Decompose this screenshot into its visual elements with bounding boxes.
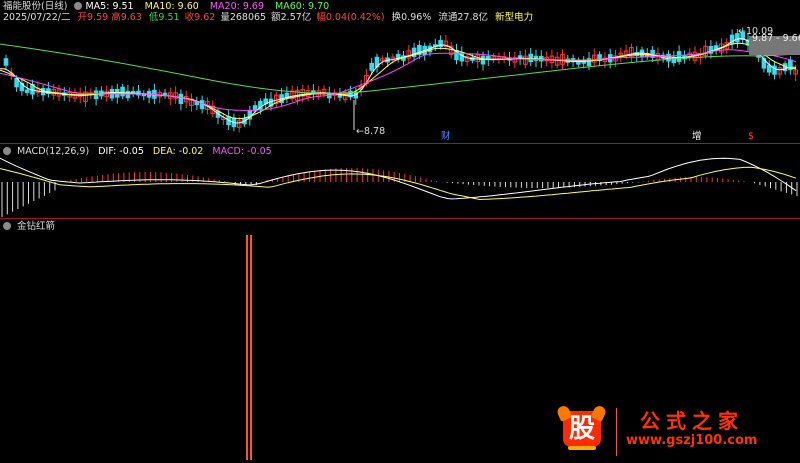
- panel-separator-2: [0, 218, 800, 219]
- candles: [3, 27, 799, 133]
- watermark-url: www.gszj100.com: [626, 433, 758, 448]
- event-label-increase[interactable]: 增: [692, 131, 702, 143]
- low-price-marker: ←8.78: [356, 126, 386, 137]
- macd-chart[interactable]: [0, 144, 800, 218]
- indicator-header: 金钻红箭: [3, 221, 55, 233]
- event-label-financial[interactable]: 财: [441, 131, 451, 143]
- macd-histogram: [1, 168, 798, 217]
- watermark-title: 公式之家: [640, 409, 744, 433]
- watermark-logo: 股: [555, 404, 608, 450]
- dea-line: [0, 166, 797, 201]
- right-price-marker: 9.87 - 9.66: [752, 33, 800, 44]
- event-label-dollar[interactable]: $: [748, 131, 754, 143]
- indicator-settings-icon[interactable]: [3, 222, 11, 230]
- red-arrow-signal-bar[interactable]: [246, 235, 252, 460]
- candlestick-chart[interactable]: [0, 0, 800, 143]
- indicator-title: 金钻红箭: [17, 221, 56, 232]
- watermark-divider: [616, 408, 617, 456]
